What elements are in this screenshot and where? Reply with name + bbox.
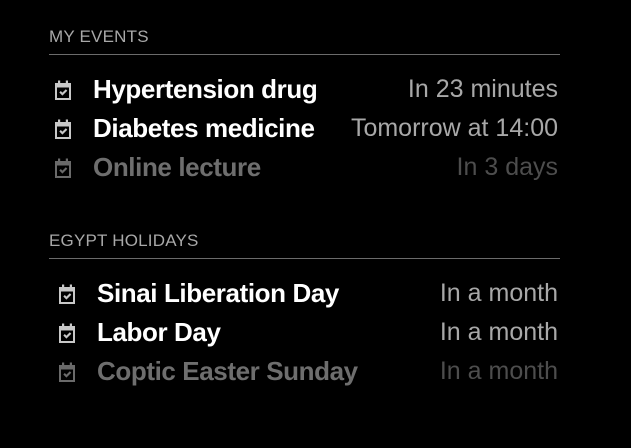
event-row: Labor Day In a month xyxy=(49,313,560,352)
event-title: Labor Day xyxy=(97,317,221,347)
event-row: Hypertension drug In 23 minutes xyxy=(49,70,560,109)
calendar-section-egypt-holidays: EGYPT HOLIDAYS Sinai Liberation Day In a… xyxy=(49,230,560,391)
calendar-section-my-events: MY EVENTS Hypertension drug In 23 minute… xyxy=(49,26,560,187)
event-row: Coptic Easter Sunday In a month xyxy=(49,352,560,391)
event-row: Diabetes medicine Tomorrow at 14:00 xyxy=(49,109,560,148)
event-row: Sinai Liberation Day In a month xyxy=(49,274,560,313)
section-header: EGYPT HOLIDAYS xyxy=(49,230,560,259)
event-time: In a month xyxy=(439,279,558,307)
event-time: Tomorrow at 14:00 xyxy=(350,114,558,142)
event-time: In 3 days xyxy=(456,153,558,181)
event-row: Online lecture In 3 days xyxy=(49,148,560,187)
calendar-check-icon xyxy=(56,322,78,344)
section-header: MY EVENTS xyxy=(49,26,560,55)
calendar-check-icon xyxy=(56,283,78,305)
event-title: Online lecture xyxy=(93,152,261,182)
event-list: Sinai Liberation Day In a month Labor Da… xyxy=(49,274,560,391)
calendar-check-icon xyxy=(52,118,74,140)
event-title: Coptic Easter Sunday xyxy=(97,356,358,386)
event-title: Diabetes medicine xyxy=(93,113,315,143)
event-list: Hypertension drug In 23 minutes Diabetes… xyxy=(49,70,560,187)
calendar-check-icon xyxy=(52,79,74,101)
calendar-check-icon xyxy=(56,361,78,383)
event-title: Sinai Liberation Day xyxy=(97,278,339,308)
event-time: In 23 minutes xyxy=(407,75,558,103)
event-time: In a month xyxy=(439,357,558,385)
event-title: Hypertension drug xyxy=(93,74,318,104)
calendar-check-icon xyxy=(52,157,74,179)
event-time: In a month xyxy=(439,318,558,346)
